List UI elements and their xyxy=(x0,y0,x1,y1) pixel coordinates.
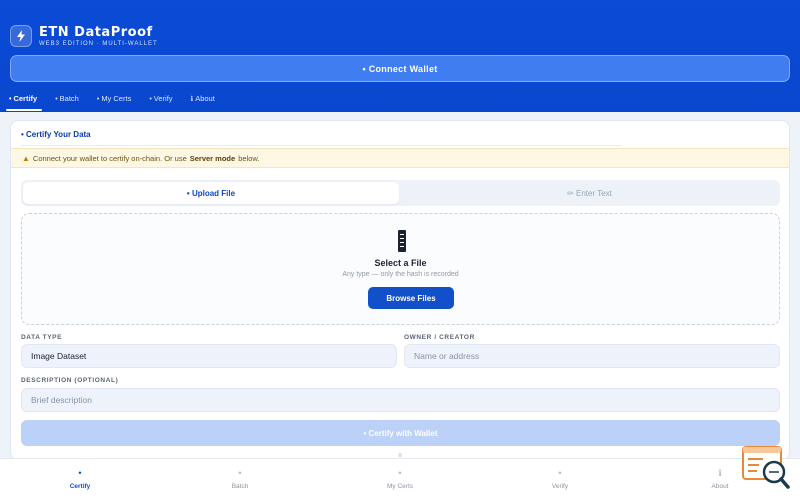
info-icon: ℹ xyxy=(190,96,194,103)
data-type-select[interactable]: Image Dataset xyxy=(21,344,397,368)
app-subtitle: WEB3 EDITION · MULTI-WALLET xyxy=(39,41,158,47)
dropzone-subtitle: Any type — only the hash is recorded xyxy=(342,271,459,278)
alert-text: Connect your wallet to certify on-chain.… xyxy=(32,153,187,163)
dot-icon: • xyxy=(9,96,12,103)
dot-icon: • xyxy=(398,468,402,478)
warning-icon: ▲ xyxy=(22,153,30,163)
tab-my-certs[interactable]: • My Certs xyxy=(88,89,140,111)
certify-card: • Certify Your Data ▲ Connect your walle… xyxy=(10,120,790,460)
owner-input[interactable]: Name or address xyxy=(404,344,780,368)
wallet-alert: ▲ Connect your wallet to certify on-chai… xyxy=(11,148,789,168)
upload-file-tab[interactable]: • Upload File xyxy=(23,182,399,204)
tab-batch[interactable]: • Batch xyxy=(46,89,88,111)
owner-label: OWNER / CREATOR xyxy=(404,334,475,341)
dropzone-title: Select a File xyxy=(374,258,427,268)
divider xyxy=(21,145,621,146)
dot-icon: • xyxy=(55,96,58,103)
certify-with-wallet-button[interactable]: • Certify with Wallet xyxy=(21,420,780,446)
card-title: • Certify Your Data xyxy=(21,130,91,139)
description-input[interactable]: Brief description xyxy=(21,388,780,412)
file-dropzone[interactable]: Select a File Any type — only the hash i… xyxy=(21,213,780,325)
tab-verify[interactable]: • Verify xyxy=(140,89,181,111)
nav-label: Batch xyxy=(231,483,249,490)
dot-icon: • xyxy=(96,96,100,103)
app-header: ETN DataProof WEB3 EDITION · MULTI-WALLE… xyxy=(0,0,800,112)
file-icon xyxy=(398,230,406,252)
server-mode-link[interactable]: Server mode xyxy=(190,154,235,163)
data-type-label: DATA TYPE xyxy=(21,334,63,341)
mode-toggle: • Upload File ✏ Enter Text xyxy=(21,180,780,206)
nav-label: Verify xyxy=(551,483,569,490)
bottom-nav-certify[interactable]: • Certify xyxy=(0,459,160,500)
dot-icon: • xyxy=(149,96,152,103)
tab-certify[interactable]: • Certify xyxy=(0,89,46,111)
nav-label: Certify xyxy=(69,483,91,490)
description-label: DESCRIPTION (OPTIONAL) xyxy=(21,377,119,384)
connect-wallet-button[interactable]: • Connect Wallet xyxy=(10,55,790,82)
nav-label: My Certs xyxy=(387,483,413,490)
alert-text-end: below. xyxy=(238,153,260,163)
app-title: ETN DataProof xyxy=(39,25,153,40)
enter-text-tab[interactable]: ✏ Enter Text xyxy=(401,182,778,204)
dot-icon: • xyxy=(238,468,242,478)
lightning-icon xyxy=(10,25,32,47)
main-tabs: • Certify • Batch • My Certs • Verify ℹ About xyxy=(0,89,224,111)
search-document-icon[interactable] xyxy=(741,445,791,491)
bottom-nav-batch[interactable]: • Batch xyxy=(160,459,320,500)
bottom-nav-my-certs[interactable]: • My Certs xyxy=(320,459,480,500)
dot-icon: • xyxy=(78,468,82,478)
bottom-nav: • Certify • Batch • My Certs • Verify ℹ … xyxy=(0,458,800,500)
tab-about[interactable]: ℹ About xyxy=(182,89,224,111)
bottom-nav-verify[interactable]: • Verify xyxy=(480,459,640,500)
dot-icon: • xyxy=(558,468,562,478)
browse-files-button[interactable]: Browse Files xyxy=(368,287,454,309)
